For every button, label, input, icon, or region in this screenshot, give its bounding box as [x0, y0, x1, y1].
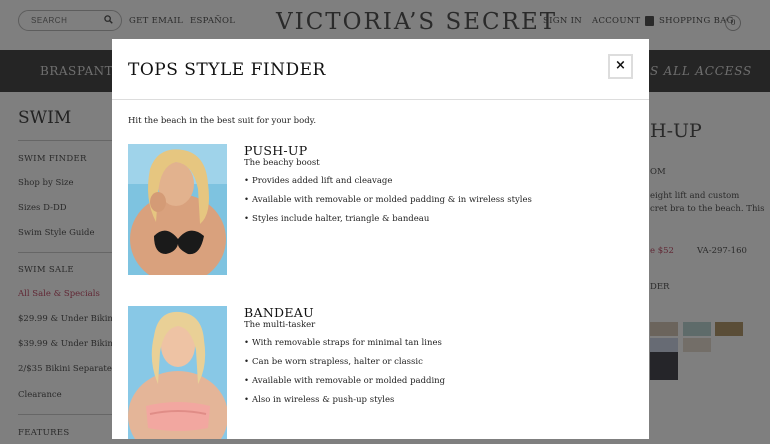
close-button[interactable]: × [608, 54, 633, 79]
list-item: • Available with removable or molded padd… [244, 195, 532, 205]
list-item: • Also in wireless & push-up styles [244, 395, 395, 405]
push-up-photo [128, 144, 227, 275]
close-icon: × [615, 58, 626, 73]
modal-title: TOPS STYLE FINDER [128, 60, 326, 80]
bandeau-photo [128, 306, 227, 439]
style-name-bandeau: BANDEAU [244, 305, 314, 320]
list-item: • With removable straps for minimal tan l… [244, 338, 442, 348]
divider [112, 99, 649, 100]
style-subtitle-bandeau: The multi-tasker [244, 320, 316, 330]
list-item: • Styles include halter, triangle & bande… [244, 214, 430, 224]
style-finder-modal: TOPS STYLE FINDER × Hit the beach in the… [112, 39, 649, 439]
style-name-push-up: PUSH-UP [244, 143, 308, 158]
list-item: • Available with removable or molded padd… [244, 376, 446, 386]
list-item: • Can be worn strapless, halter or classi… [244, 357, 423, 367]
list-item: • Provides added lift and cleavage [244, 176, 393, 186]
modal-intro: Hit the beach in the best suit for your … [128, 116, 317, 126]
style-subtitle-push-up: The beachy boost [244, 158, 320, 168]
